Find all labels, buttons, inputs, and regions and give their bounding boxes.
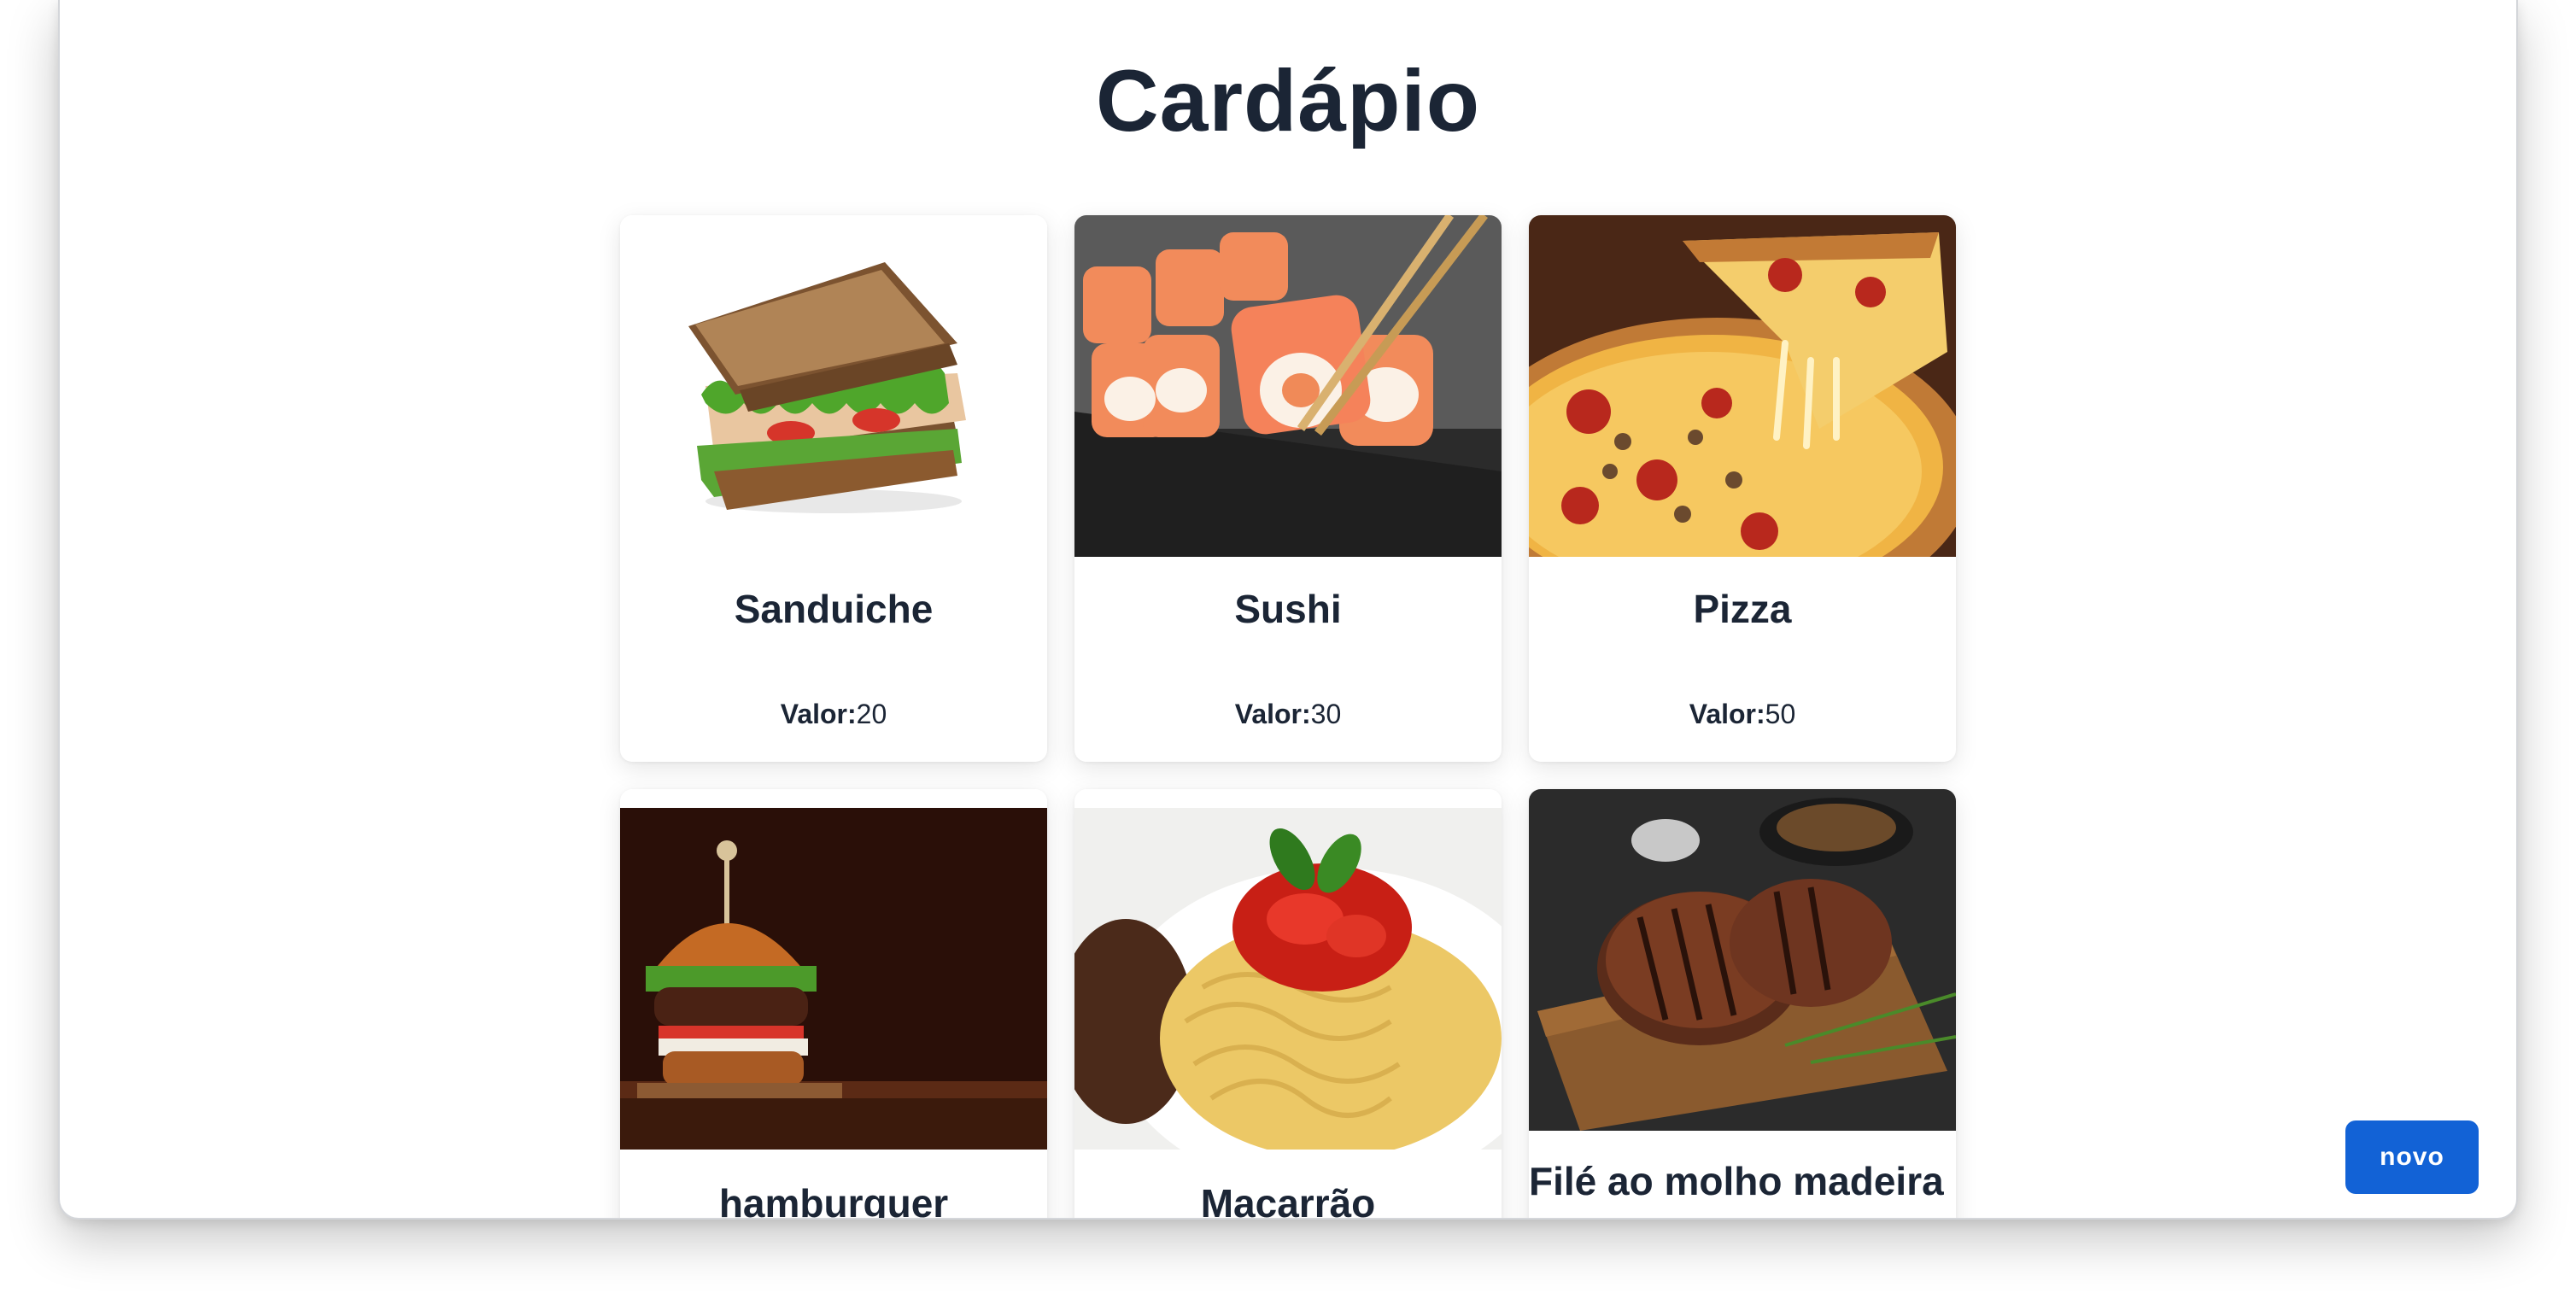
steak-image [1529, 789, 1956, 1131]
menu-card-sanduiche[interactable]: Sanduiche Valor:20 [620, 215, 1047, 762]
price-value: 50 [1765, 699, 1796, 729]
menu-item-name: Macarrão [1200, 1181, 1376, 1220]
sushi-image [1074, 215, 1502, 557]
price-label: Valor: [1689, 699, 1765, 729]
app-window: Cardápio Sanduiche Valor:20 Sushi Valor:… [58, 0, 2518, 1220]
price-value: 20 [856, 699, 887, 729]
menu-item-name: Sanduiche [734, 587, 934, 631]
menu-card-macarrao[interactable]: Macarrão [1074, 789, 1502, 1220]
menu-item-price: Valor:20 [620, 699, 1047, 730]
menu-item-price: Valor:30 [1074, 699, 1502, 730]
menu-item-name: Sushi [1234, 587, 1342, 631]
menu-item-name: Filé ao molho madeira [1529, 1159, 1944, 1203]
price-value: 30 [1310, 699, 1342, 729]
price-label: Valor: [780, 699, 857, 729]
price-label: Valor: [1234, 699, 1311, 729]
menu-card-pizza[interactable]: Pizza Valor:50 [1529, 215, 1956, 762]
pasta-image [1074, 808, 1502, 1150]
pizza-image [1529, 215, 1956, 557]
menu-card-hamburguer[interactable]: hamburguer [620, 789, 1047, 1220]
page-title: Cardápio [1095, 52, 1481, 149]
sandwich-image [620, 215, 1047, 557]
menu-item-price: Valor:50 [1529, 699, 1956, 730]
menu-item-name: hamburguer [718, 1181, 949, 1220]
menu-card-file[interactable]: Filé ao molho madeira [1529, 789, 1956, 1218]
burger-image [620, 808, 1047, 1150]
menu-card-sushi[interactable]: Sushi Valor:30 [1074, 215, 1502, 762]
new-item-button[interactable]: novo [2345, 1120, 2479, 1194]
menu-item-name: Pizza [1693, 587, 1792, 631]
